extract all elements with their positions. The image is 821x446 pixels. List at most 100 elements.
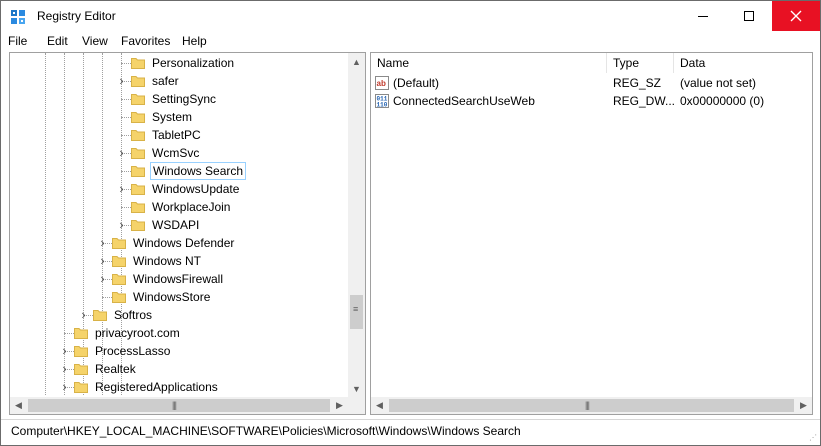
expand-chevron-icon[interactable]: › xyxy=(60,343,69,358)
tree-item[interactable]: privacyroot.com xyxy=(74,324,182,342)
dword-value-icon: 011 110 xyxy=(375,94,389,109)
tree-scroll-up-button[interactable]: ▲ xyxy=(348,53,365,70)
expand-chevron-icon[interactable]: › xyxy=(98,253,107,268)
tree-item[interactable]: Personalization xyxy=(131,54,236,72)
tree-item[interactable]: Softros xyxy=(93,306,154,324)
folder-icon xyxy=(74,327,88,339)
expand-chevron-icon[interactable]: › xyxy=(60,361,69,376)
column-header-type[interactable]: Type xyxy=(607,53,674,73)
close-button[interactable] xyxy=(772,1,820,31)
tree-vertical-scrollbar[interactable]: ▲ ≡ ▼ xyxy=(348,53,365,397)
value-data: 0x00000000 (0) xyxy=(680,94,765,108)
tree-item[interactable]: System xyxy=(131,108,194,126)
expand-chevron-icon[interactable]: › xyxy=(60,379,69,394)
expand-chevron-icon[interactable]: › xyxy=(98,235,107,250)
list-horizontal-scrollbar[interactable]: ◀ ||| ▶ xyxy=(371,397,812,414)
folder-icon xyxy=(74,363,88,375)
tree-item-label: WindowsFirewall xyxy=(133,272,224,286)
folder-icon xyxy=(131,219,145,231)
tree-item-label: safer xyxy=(152,74,179,88)
tree-connector xyxy=(121,99,131,100)
chevron-left-icon: ◀ xyxy=(376,400,383,410)
tree-item[interactable]: Windows NT xyxy=(112,252,203,270)
tree-horizontal-scroll-thumb[interactable]: ||| xyxy=(28,399,330,412)
tree-connector xyxy=(121,117,131,118)
list-item[interactable]: 011 110 ConnectedSearchUseWeb REG_DW... … xyxy=(371,92,812,110)
tree-item-label: Personalization xyxy=(152,56,235,70)
grip-icon: ≡ xyxy=(353,304,358,314)
tree-item-label: Windows Search xyxy=(150,162,247,180)
tree-item[interactable]: WindowsFirewall xyxy=(112,270,225,288)
list-item[interactable]: ab (Default) REG_SZ (value not set) xyxy=(371,74,812,92)
column-header-data-label: Data xyxy=(680,56,706,70)
tree-item[interactable]: TabletPC xyxy=(131,126,203,144)
expand-chevron-icon[interactable]: › xyxy=(117,145,126,160)
menu-file[interactable]: File xyxy=(8,34,27,48)
string-value-icon: ab xyxy=(375,76,389,90)
tree-item-label: Windows Defender xyxy=(133,236,235,250)
folder-icon xyxy=(112,237,126,249)
tree-item-label: WorkplaceJoin xyxy=(152,200,231,214)
value-name: ConnectedSearchUseWeb xyxy=(393,94,535,108)
tree-item[interactable]: Windows Search xyxy=(131,162,247,180)
tree-item[interactable]: WindowsUpdate xyxy=(131,180,241,198)
maximize-icon xyxy=(744,11,754,21)
column-header-data[interactable]: Data xyxy=(674,53,812,73)
list-horizontal-scroll-thumb[interactable]: ||| xyxy=(389,399,794,412)
folder-icon xyxy=(131,129,145,141)
tree-item[interactable]: safer xyxy=(131,72,181,90)
tree-item[interactable]: RegisteredApplications xyxy=(74,378,220,396)
value-data: (value not set) xyxy=(680,76,757,90)
tree-item-label: WcmSvc xyxy=(152,146,200,160)
grip-icon: ||| xyxy=(172,400,177,410)
values-list-pane[interactable]: Name Type Data ab (Default) REG_SZ (valu… xyxy=(370,52,813,415)
value-name: (Default) xyxy=(393,76,440,90)
list-scroll-left-button[interactable]: ◀ xyxy=(371,397,388,414)
tree-item[interactable]: SettingSync xyxy=(131,90,218,108)
folder-icon xyxy=(131,75,145,87)
tree-item-label: Windows NT xyxy=(133,254,202,268)
tree-horizontal-scrollbar[interactable]: ◀ ||| ▶ xyxy=(10,397,348,414)
tree-item[interactable]: Windows Defender xyxy=(112,234,236,252)
menu-help[interactable]: Help xyxy=(182,34,207,48)
tree-item[interactable]: WcmSvc xyxy=(131,144,201,162)
tree-item-label: Realtek xyxy=(95,362,136,376)
resize-grip-icon[interactable]: ⋰ xyxy=(809,433,817,442)
menu-view[interactable]: View xyxy=(82,34,108,48)
tree-scroll-left-button[interactable]: ◀ xyxy=(10,397,27,414)
key-tree-pane[interactable]: Personalization safer › SettingSync System Ta… xyxy=(9,52,366,415)
menu-favorites[interactable]: Favorites xyxy=(121,34,170,48)
value-type: REG_SZ xyxy=(613,76,662,90)
expand-chevron-icon[interactable]: › xyxy=(79,307,88,322)
folder-icon xyxy=(74,381,88,393)
folder-icon xyxy=(131,165,145,177)
tree-connector xyxy=(121,135,131,136)
tree-scroll-down-button[interactable]: ▼ xyxy=(348,380,365,397)
tree-scroll-right-button[interactable]: ▶ xyxy=(331,397,348,414)
tree-guide-line xyxy=(45,53,46,395)
expand-chevron-icon[interactable]: › xyxy=(98,271,107,286)
tree-item[interactable]: WorkplaceJoin xyxy=(131,198,232,216)
column-header-name-label: Name xyxy=(377,56,410,70)
expand-chevron-icon[interactable]: › xyxy=(117,181,126,196)
expand-chevron-icon[interactable]: › xyxy=(117,73,126,88)
minimize-button[interactable] xyxy=(680,1,726,31)
folder-icon xyxy=(93,309,107,321)
maximize-button[interactable] xyxy=(726,1,772,31)
list-scroll-right-button[interactable]: ▶ xyxy=(795,397,812,414)
folder-icon xyxy=(112,255,126,267)
tree-connector xyxy=(64,333,74,334)
expand-chevron-icon[interactable]: › xyxy=(117,217,126,232)
tree-item[interactable]: WSDAPI xyxy=(131,216,201,234)
tree-item-label: Softros xyxy=(114,308,153,322)
column-header-name[interactable]: Name xyxy=(371,53,607,73)
menu-edit[interactable]: Edit xyxy=(47,34,68,48)
tree-vertical-scroll-thumb[interactable]: ≡ xyxy=(350,295,363,329)
folder-icon xyxy=(112,273,126,285)
scrollbar-corner xyxy=(348,397,365,414)
tree-item[interactable]: WindowsStore xyxy=(112,288,212,306)
tree-item[interactable]: ProcessLasso xyxy=(74,342,172,360)
value-type: REG_DW... xyxy=(613,94,676,108)
tree-item[interactable]: Realtek xyxy=(74,360,138,378)
menu-bar: File Edit View Favorites Help xyxy=(1,31,820,51)
